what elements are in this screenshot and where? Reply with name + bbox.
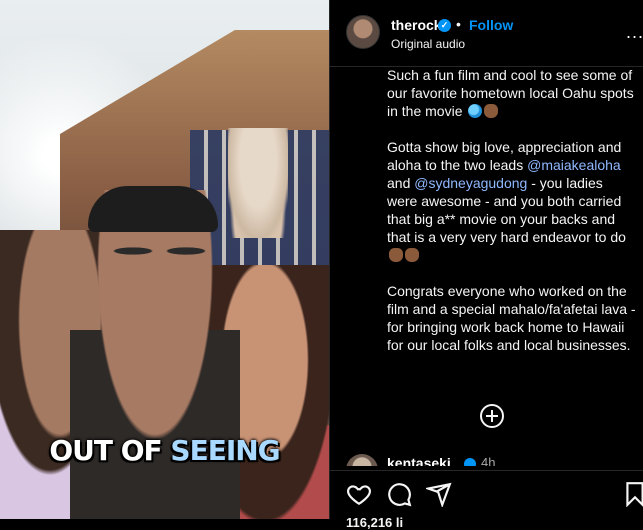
separator-dot: • bbox=[456, 16, 461, 32]
post-header: therock ✓ • Follow Original audio ... bbox=[330, 0, 643, 67]
likes-count[interactable]: 116,216 li bbox=[346, 515, 403, 530]
action-bar: 116,216 li bbox=[330, 470, 643, 530]
post-media[interactable]: OUT OF SEEING bbox=[0, 0, 329, 519]
comment-time: 4h bbox=[481, 455, 496, 466]
comment-username[interactable]: kentaseki bbox=[387, 455, 451, 466]
comment-avatar[interactable] bbox=[346, 454, 378, 466]
clap-emoji-icon bbox=[389, 248, 403, 262]
caption-paragraph-1: Such a fun film and cool to see some of … bbox=[387, 66, 637, 120]
video-caption: OUT OF SEEING bbox=[0, 434, 329, 467]
comment-verified-icon bbox=[464, 458, 476, 466]
caption-paragraph-3: Congrats everyone who worked on the film… bbox=[387, 282, 637, 354]
caption-word-2: SEEING bbox=[170, 434, 280, 467]
follow-button[interactable]: Follow bbox=[469, 17, 513, 33]
cap bbox=[88, 186, 218, 232]
comment-row: kentaseki 4h bbox=[346, 452, 643, 466]
clap-emoji-icon-2 bbox=[405, 248, 419, 262]
caption-text-3: Congrats everyone who worked on the film… bbox=[387, 283, 636, 353]
username[interactable]: therock bbox=[391, 17, 442, 33]
share-icon[interactable] bbox=[423, 481, 452, 509]
add-comment-icon[interactable] bbox=[480, 404, 504, 428]
caption-word-1: OUT OF bbox=[49, 434, 162, 467]
post-caption: Such a fun film and cool to see some of … bbox=[387, 66, 637, 372]
mention-link-2[interactable]: @sydneyagudong bbox=[414, 175, 527, 191]
more-options-icon[interactable]: ... bbox=[626, 22, 643, 43]
wave-emoji-icon bbox=[468, 104, 483, 118]
caption-paragraph-2: Gotta show big love, appreciation and al… bbox=[387, 138, 637, 264]
caption-text-2b: and bbox=[387, 175, 411, 191]
comment-icon[interactable] bbox=[386, 481, 412, 507]
post-panel: therock ✓ • Follow Original audio ... Su… bbox=[329, 0, 643, 530]
sunglasses bbox=[108, 236, 212, 266]
caption-text-1: Such a fun film and cool to see some of … bbox=[387, 67, 634, 119]
bookmark-icon[interactable] bbox=[622, 481, 643, 508]
avatar[interactable] bbox=[346, 15, 380, 49]
audio-link[interactable]: Original audio bbox=[391, 37, 465, 51]
mention-link-1[interactable]: @maiakealoha bbox=[527, 157, 621, 173]
verified-badge-icon: ✓ bbox=[438, 19, 451, 32]
hand-emoji-icon bbox=[484, 104, 499, 118]
heart-icon[interactable] bbox=[346, 481, 372, 507]
